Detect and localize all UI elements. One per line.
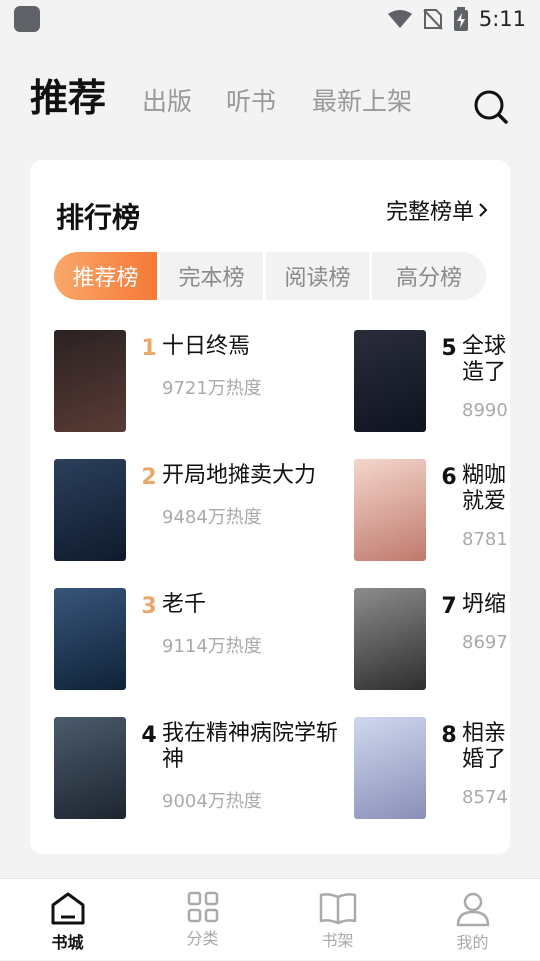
list-item[interactable]: 3 老千 9114万热度	[54, 588, 354, 692]
nav-label: 书架	[321, 931, 354, 950]
rank-number: 2	[141, 465, 157, 490]
rank-number: 7	[441, 594, 457, 619]
rank-number: 5	[441, 336, 457, 361]
tab-audiobook[interactable]: 听书	[226, 82, 276, 118]
status-indicators: 5:11	[387, 6, 526, 32]
book-title: 开局地摊卖大力	[162, 463, 317, 488]
top-tab-bar: 推荐 出版 听书 最新上架	[0, 60, 540, 140]
battery-charging-icon	[453, 7, 468, 31]
book-cover	[54, 717, 126, 819]
book-title: 相亲婚了	[462, 721, 507, 772]
book-heat: 8574	[462, 787, 508, 808]
ranking-segment-control: 推荐榜 完本榜 阅读榜 高分榜	[54, 252, 486, 300]
app-notification-icon	[14, 6, 40, 32]
book-open-icon	[319, 893, 356, 925]
grid-icon	[187, 891, 218, 923]
book-title: 我在精神病院学斩神	[162, 721, 339, 772]
list-item[interactable]: 1 十日终焉 9721万热度	[54, 330, 354, 434]
list-item[interactable]: 7 坍缩 8697	[354, 588, 510, 692]
nav-label: 我的	[456, 933, 489, 952]
list-item[interactable]: 6 糊咖就爱 8781	[354, 459, 510, 563]
home-icon	[51, 892, 84, 925]
full-list-label: 完整榜单	[385, 200, 474, 225]
book-cover	[354, 717, 426, 819]
tab-publish[interactable]: 出版	[142, 82, 192, 118]
list-item[interactable]: 4 我在精神病院学斩神 9004万热度	[54, 717, 354, 821]
segment-high-score[interactable]: 高分榜	[372, 252, 486, 300]
list-item[interactable]: 8 相亲婚了 8574	[354, 717, 510, 821]
book-title: 坍缩	[462, 592, 507, 617]
book-cover	[54, 330, 126, 432]
book-cover	[354, 330, 426, 432]
tab-recommend[interactable]: 推荐	[30, 67, 106, 122]
user-icon	[456, 892, 489, 927]
bottom-nav: 书城 分类 书架 我的	[0, 878, 540, 960]
rank-number: 3	[141, 594, 157, 619]
rank-number: 1	[141, 336, 157, 361]
book-heat: 8697	[462, 632, 508, 653]
book-cover	[54, 459, 126, 561]
book-cover	[54, 588, 126, 690]
rank-number: 6	[441, 465, 457, 490]
segment-completed[interactable]: 完本榜	[160, 252, 266, 300]
full-list-link[interactable]: 完整榜单	[386, 194, 488, 226]
tab-new-arrivals[interactable]: 最新上架	[312, 82, 412, 118]
list-item[interactable]: 5 全球造了 8990	[354, 330, 510, 434]
book-heat: 9484万热度	[162, 507, 262, 528]
segment-recommend[interactable]: 推荐榜	[54, 252, 160, 300]
book-title: 全球造了	[462, 334, 507, 385]
rank-number: 8	[441, 723, 457, 748]
book-title: 十日终焉	[162, 334, 251, 359]
ranking-card: 排行榜 完整榜单 推荐榜 完本榜 阅读榜 高分榜 1 十日终焉 9721万热度 …	[30, 160, 510, 854]
book-cover	[354, 459, 426, 561]
book-title: 糊咖就爱	[462, 463, 507, 514]
nav-label: 书城	[51, 933, 84, 952]
nav-label: 分类	[186, 929, 219, 948]
search-icon[interactable]	[472, 88, 510, 126]
nav-profile[interactable]: 我的	[405, 879, 540, 961]
list-item[interactable]: 2 开局地摊卖大力 9484万热度	[54, 459, 354, 563]
wifi-icon	[387, 10, 412, 28]
chevron-right-icon	[479, 203, 488, 217]
segment-reading[interactable]: 阅读榜	[266, 252, 372, 300]
rank-number: 4	[141, 723, 157, 748]
nav-bookstore[interactable]: 书城	[0, 879, 135, 961]
ranking-title: 排行榜	[56, 201, 141, 234]
book-heat: 9114万热度	[162, 636, 262, 657]
book-heat: 9004万热度	[162, 791, 262, 812]
book-heat: 9721万热度	[162, 378, 262, 399]
book-cover	[354, 588, 426, 690]
book-title: 老千	[162, 592, 207, 617]
ranking-list: 1 十日终焉 9721万热度 2 开局地摊卖大力 9484万热度 3 老千 91…	[30, 330, 510, 830]
book-heat: 8781	[462, 529, 508, 550]
book-heat: 8990	[462, 400, 508, 421]
nav-bookshelf[interactable]: 书架	[270, 879, 405, 961]
status-time: 5:11	[478, 7, 526, 31]
status-bar: 5:11	[0, 0, 540, 36]
nav-category[interactable]: 分类	[135, 879, 270, 961]
no-sim-icon	[423, 9, 443, 30]
